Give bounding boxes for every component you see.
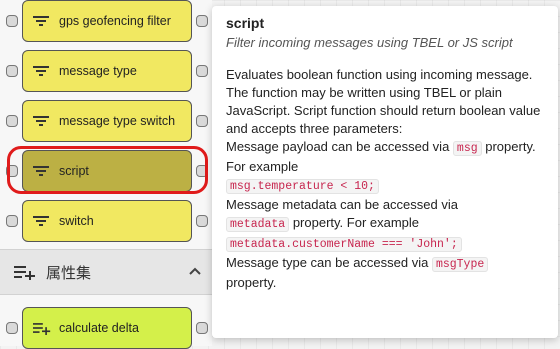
filter-icon — [33, 165, 59, 177]
node-label: message type switch — [59, 114, 176, 128]
tooltip-payload-line: Message payload can be accessed via msg … — [226, 139, 536, 174]
filter-icon — [33, 115, 59, 127]
tooltip-body: Evaluates boolean function using incomin… — [226, 66, 544, 292]
node-tooltip: script Filter incoming messages using TB… — [212, 6, 558, 338]
node-script[interactable]: script — [6, 150, 208, 192]
node-label: gps geofencing filter — [59, 14, 171, 28]
tooltip-subtitle: Filter incoming messages using TBEL or J… — [226, 35, 513, 50]
input-port[interactable] — [6, 215, 18, 227]
playlist-add-icon — [14, 264, 42, 280]
code-metadata: metadata — [226, 217, 290, 232]
output-port[interactable] — [196, 165, 208, 177]
node-label: calculate delta — [59, 321, 139, 335]
tooltip-metadata-example: metadata.customerName === 'John'; — [226, 234, 544, 254]
input-port[interactable] — [6, 165, 18, 177]
tooltip-title: script — [226, 15, 265, 31]
output-port[interactable] — [196, 65, 208, 77]
output-port[interactable] — [196, 15, 208, 27]
code-metadata-example: metadata.customerName === 'John'; — [226, 237, 462, 252]
node-palette: gps geofencing filter message type messa… — [0, 0, 212, 349]
node-message-type-switch[interactable]: message type switch — [6, 100, 208, 142]
node-calculate-delta[interactable]: calculate delta — [6, 307, 208, 349]
tooltip-type-line-2: property. — [226, 275, 277, 290]
node-gps-geofencing-filter[interactable]: gps geofencing filter — [6, 0, 208, 42]
filter-icon — [33, 65, 59, 77]
output-port[interactable] — [196, 115, 208, 127]
input-port[interactable] — [6, 115, 18, 127]
node-switch[interactable]: switch — [6, 200, 208, 242]
input-port[interactable] — [6, 15, 18, 27]
node-label: message type — [59, 64, 137, 78]
node-label: script — [59, 164, 89, 178]
output-port[interactable] — [196, 322, 208, 334]
input-port[interactable] — [6, 322, 18, 334]
code-msgtype: msgType — [431, 257, 489, 272]
tooltip-type-line: Message type can be accessed via msgType — [226, 254, 544, 274]
section-header-attribute-set[interactable]: 属性集 — [0, 249, 212, 295]
output-port[interactable] — [196, 215, 208, 227]
node-message-type[interactable]: message type — [6, 50, 208, 92]
filter-icon — [33, 215, 59, 227]
tooltip-metadata-line-2: metadata property. For example — [226, 214, 544, 234]
section-title: 属性集 — [46, 264, 92, 282]
code-msg: msg — [452, 141, 482, 156]
tooltip-payload-example: msg.temperature < 10; — [226, 176, 544, 196]
chevron-up-icon[interactable] — [188, 263, 202, 281]
filter-icon — [33, 15, 59, 27]
input-port[interactable] — [6, 65, 18, 77]
node-label: switch — [59, 214, 94, 228]
tooltip-metadata-line: Message metadata can be accessed via — [226, 197, 458, 212]
tooltip-intro: Evaluates boolean function using incomin… — [226, 67, 541, 136]
code-payload-example: msg.temperature < 10; — [226, 179, 379, 194]
playlist-add-icon — [33, 321, 59, 335]
